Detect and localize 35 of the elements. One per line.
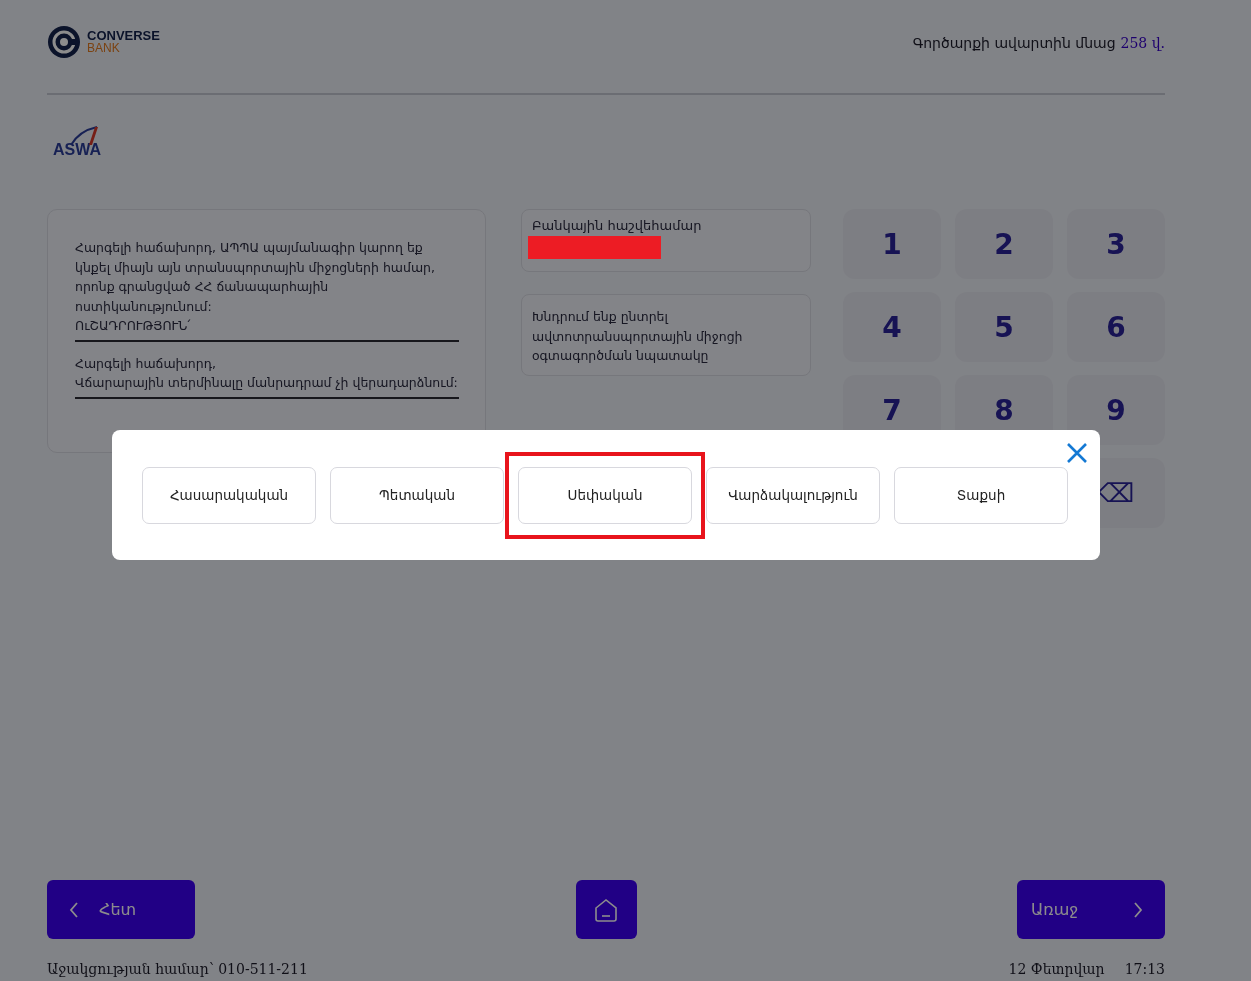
digit-key[interactable]: 3 [1067, 209, 1165, 279]
support-phone: Աջակցության համար՝ 010-511-211 [47, 961, 308, 977]
chevron-left-icon [69, 901, 79, 918]
digit-key[interactable]: 4 [843, 292, 941, 362]
notice-text: ՈւՇԱԴՐՈՒԹՅՈՒՆ՛ [75, 317, 192, 335]
digit-key[interactable]: 5 [955, 292, 1053, 362]
home-button[interactable] [575, 880, 637, 939]
partner-logo-text: ASWA [53, 141, 101, 159]
notice-text: Վճարարային տերմինալը մանրադրամ չի վերադարձնում: [75, 374, 459, 392]
bank-subtitle: BANK [87, 42, 121, 55]
close-icon[interactable] [1066, 442, 1088, 464]
prompt-text: Խնդրում ենք ընտրել ավտոտրանսպորտային միջոցի օգտագործման նպատակը [532, 309, 743, 363]
bank-logo-icon [47, 25, 81, 59]
timer-label: Գործարքի ավարտին մնաց [912, 35, 1116, 51]
digit-key[interactable]: 6 [1067, 292, 1165, 362]
timer-value: 258 վ. [1120, 35, 1165, 51]
purpose-option[interactable]: Պետական [330, 466, 504, 524]
account-label: Բանկային հաշվեհամար [532, 218, 703, 233]
home-icon [593, 896, 619, 923]
purpose-option[interactable]: Հասարակական [142, 466, 316, 524]
back-button[interactable]: Հետ [47, 880, 195, 939]
digit-key[interactable]: 1 [843, 209, 941, 279]
purpose-option[interactable]: Տաքսի [894, 466, 1068, 524]
account-field[interactable]: Բանկային հաշվեհամար [521, 209, 811, 272]
date-text: 12 Փետրվար [1008, 961, 1105, 977]
notice-text: Հարգելի հաճախորդ, [75, 354, 217, 373]
purpose-option[interactable]: Վարձակալություն [706, 466, 880, 524]
notice-text: Հարգելի հաճախորդ, ԱՊՊԱ պայմանագիր կարող եք կնքել միայն այն տրանսպորտային միջոցների համար, որոնք գրանցված ՀՀ ճանապարհային ոստիկանությունում: [75, 239, 436, 316]
digit-key[interactable]: 2 [955, 209, 1053, 279]
digit-key[interactable]: 9 [1067, 375, 1165, 445]
next-button[interactable]: Առաջ [1017, 880, 1165, 939]
purpose-option[interactable]: Սեփական [518, 466, 692, 524]
time-text: 17:13 [1124, 961, 1165, 977]
chevron-right-icon [1133, 901, 1143, 918]
bank-name: CONVERSE [87, 29, 160, 42]
